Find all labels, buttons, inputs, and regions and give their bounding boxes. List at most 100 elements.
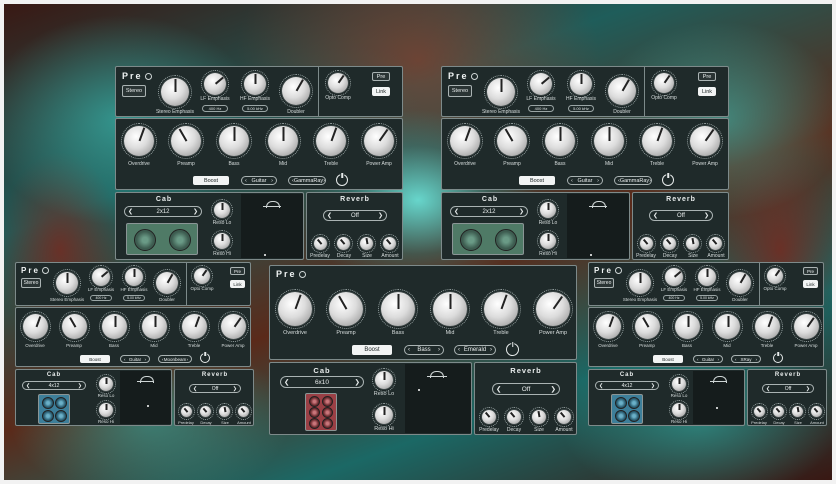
- voicing-selector[interactable]: ‹ Guitar ›: [241, 176, 277, 185]
- boost-button[interactable]: Boost: [193, 176, 229, 185]
- predelay-knob[interactable]: [479, 407, 499, 427]
- link-button[interactable]: Link: [803, 280, 818, 288]
- preamp-knob[interactable]: [59, 311, 90, 342]
- reverb-mode-selector[interactable]: ❮ Off ❯: [189, 384, 241, 393]
- arrow-left-icon[interactable]: ‹: [124, 357, 126, 362]
- chevron-left-icon[interactable]: ❮: [766, 386, 770, 392]
- bass-knob[interactable]: [216, 123, 252, 159]
- cab-selector[interactable]: ❮ 4x12 ❯: [595, 381, 659, 390]
- chevron-left-icon[interactable]: ❮: [454, 208, 459, 215]
- predelay-knob[interactable]: [311, 234, 330, 253]
- arrow-right-icon[interactable]: ›: [438, 347, 440, 353]
- reverb-mode-selector[interactable]: ❮ Off ❯: [492, 383, 560, 395]
- chevron-left-icon[interactable]: ❮: [599, 383, 603, 389]
- predelay-knob[interactable]: [637, 234, 656, 253]
- power-icon[interactable]: [200, 353, 210, 363]
- hf-emphasis-knob[interactable]: [241, 70, 269, 98]
- doubler-knob[interactable]: [153, 269, 181, 297]
- hf-value[interactable]: 5.00 kHz: [242, 105, 268, 112]
- reso-hi-knob[interactable]: [669, 400, 689, 420]
- cab-selector[interactable]: ❮ 4x12 ❯: [22, 381, 86, 390]
- size-knob[interactable]: [789, 403, 806, 420]
- overdrive-knob[interactable]: [20, 311, 51, 342]
- link-button[interactable]: Link: [230, 280, 245, 288]
- amount-knob[interactable]: [554, 407, 574, 427]
- cab-selector[interactable]: ❮ 2x12 ❯: [124, 206, 202, 217]
- power-icon[interactable]: [336, 174, 348, 186]
- arrow-left-icon[interactable]: ‹: [571, 178, 573, 184]
- arrow-right-icon[interactable]: ›: [144, 357, 146, 362]
- mic-position-area[interactable]: [567, 194, 629, 258]
- chevron-right-icon[interactable]: ❯: [193, 208, 198, 215]
- boost-button[interactable]: Boost: [519, 176, 555, 185]
- chevron-right-icon[interactable]: ❯: [233, 386, 237, 392]
- bass-knob[interactable]: [542, 123, 578, 159]
- link-button[interactable]: Link: [698, 87, 716, 96]
- treble-knob[interactable]: [179, 311, 210, 342]
- link-button[interactable]: Link: [372, 87, 390, 96]
- treble-knob[interactable]: [639, 123, 675, 159]
- arrow-right-icon[interactable]: ›: [649, 178, 651, 184]
- decay-knob[interactable]: [334, 234, 353, 253]
- lf-emphasis-knob[interactable]: [527, 70, 555, 98]
- lf-value[interactable]: 400 Hz: [663, 295, 685, 301]
- bass-knob[interactable]: [378, 289, 418, 329]
- hf-emphasis-knob[interactable]: [122, 265, 146, 289]
- stereo-emphasis-knob[interactable]: [626, 269, 654, 297]
- chevron-left-icon[interactable]: ❮: [327, 212, 332, 219]
- reverb-mode-selector[interactable]: ❮ Off ❯: [762, 384, 814, 393]
- overdrive-knob[interactable]: [121, 123, 157, 159]
- size-knob[interactable]: [216, 403, 233, 420]
- reso-lo-knob[interactable]: [96, 374, 116, 394]
- amount-knob[interactable]: [235, 403, 252, 420]
- doubler-knob[interactable]: [726, 269, 754, 297]
- hf-value[interactable]: 5.00 kHz: [696, 295, 718, 301]
- boost-button[interactable]: Boost: [653, 355, 683, 363]
- reso-lo-knob[interactable]: [669, 374, 689, 394]
- lf-value[interactable]: 400 Hz: [528, 105, 554, 112]
- mid-knob[interactable]: [265, 123, 301, 159]
- bass-knob[interactable]: [99, 311, 130, 342]
- lf-value[interactable]: 400 Hz: [90, 295, 112, 301]
- stereo-button[interactable]: Stereo: [594, 278, 614, 288]
- stereo-emphasis-knob[interactable]: [53, 269, 81, 297]
- chevron-left-icon[interactable]: ❮: [496, 385, 501, 393]
- mic-position-dot[interactable]: [264, 254, 266, 256]
- chevron-left-icon[interactable]: ❮: [26, 383, 30, 389]
- arrow-left-icon[interactable]: ‹: [697, 357, 699, 362]
- cab-selector[interactable]: ❮ 6x10 ❯: [280, 376, 364, 388]
- hf-value[interactable]: 5.00 kHz: [123, 295, 145, 301]
- hf-emphasis-knob[interactable]: [695, 265, 719, 289]
- pre-button[interactable]: Pre: [372, 72, 390, 81]
- amp-model-selector[interactable]: ‹ XRay ›: [731, 355, 761, 363]
- size-knob[interactable]: [529, 407, 549, 427]
- arrow-left-icon[interactable]: ‹: [408, 347, 410, 353]
- pre-button[interactable]: Pre: [803, 267, 818, 275]
- arrow-right-icon[interactable]: ›: [186, 357, 188, 362]
- amp-model-selector[interactable]: ‹ Emerald ›: [454, 345, 496, 355]
- mid-knob[interactable]: [139, 311, 170, 342]
- lf-emphasis-knob[interactable]: [89, 265, 113, 289]
- pre-button[interactable]: Pre: [230, 267, 245, 275]
- reso-hi-knob[interactable]: [537, 230, 559, 252]
- power-icon[interactable]: [662, 174, 674, 186]
- power-amp-knob[interactable]: [687, 123, 723, 159]
- arrow-left-icon[interactable]: ‹: [245, 178, 247, 184]
- arrow-right-icon[interactable]: ›: [755, 357, 757, 362]
- chevron-left-icon[interactable]: ❮: [193, 386, 197, 392]
- decay-knob[interactable]: [197, 403, 214, 420]
- mic-position-area[interactable]: [120, 371, 171, 424]
- arrow-left-icon[interactable]: ‹: [458, 347, 460, 353]
- predelay-knob[interactable]: [178, 403, 195, 420]
- preamp-knob[interactable]: [494, 123, 530, 159]
- doubler-knob[interactable]: [605, 74, 639, 108]
- preamp-knob[interactable]: [168, 123, 204, 159]
- mic-position-dot[interactable]: [590, 254, 592, 256]
- power-icon[interactable]: [506, 343, 519, 356]
- voicing-selector[interactable]: ‹ Guitar ›: [120, 355, 150, 363]
- stereo-emphasis-knob[interactable]: [158, 75, 192, 109]
- arrow-right-icon[interactable]: ›: [717, 357, 719, 362]
- chevron-left-icon[interactable]: ❮: [284, 378, 289, 386]
- mic-position-dot[interactable]: [147, 405, 149, 407]
- decay-knob[interactable]: [504, 407, 524, 427]
